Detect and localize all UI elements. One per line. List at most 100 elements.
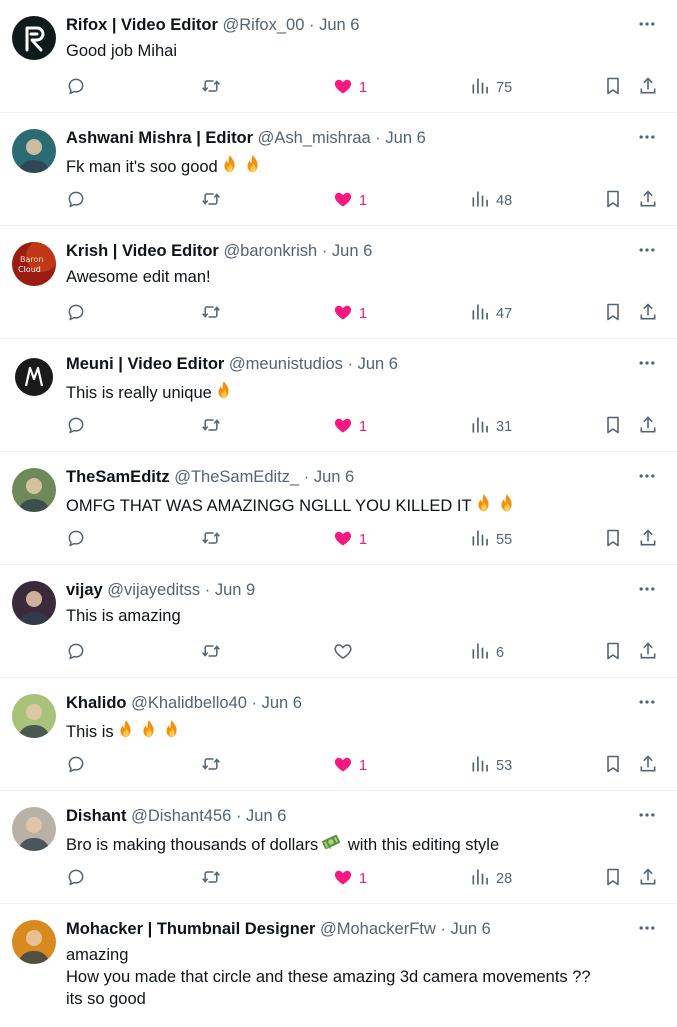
user-handle[interactable]: @Khalidbello40 [131, 694, 247, 712]
views-button[interactable]: 28 [470, 867, 512, 891]
views-button[interactable]: 75 [470, 76, 512, 100]
user-handle[interactable]: @Rifox_00 [223, 16, 305, 34]
user-handle[interactable]: @TheSamEditz_ [174, 468, 299, 486]
reply-button[interactable] [66, 415, 86, 439]
retweet-button[interactable] [200, 754, 222, 778]
share-button[interactable] [638, 641, 658, 665]
share-button[interactable] [638, 76, 658, 100]
like-button[interactable]: 1 [333, 528, 367, 552]
more-options-button[interactable] [635, 692, 659, 716]
reply-date[interactable]: Jun 6 [246, 807, 286, 825]
display-name[interactable]: Meuni | Video Editor [66, 355, 224, 373]
more-options-button[interactable] [635, 353, 659, 377]
views-button[interactable]: 31 [470, 415, 512, 439]
reply-date[interactable]: Jun 6 [358, 355, 398, 373]
views-button[interactable]: 53 [470, 754, 512, 778]
display-name[interactable]: Rifox | Video Editor [66, 16, 218, 34]
reply-item[interactable]: Baron Cloud Krish | Video Editor @baronkr… [0, 226, 677, 339]
avatar[interactable]: Baron Cloud [12, 242, 56, 286]
share-button[interactable] [638, 189, 658, 213]
display-name[interactable]: TheSamEditz [66, 468, 170, 486]
more-options-button[interactable] [635, 466, 659, 490]
bookmark-button[interactable] [603, 641, 623, 665]
views-button[interactable]: 48 [470, 189, 512, 213]
avatar[interactable] [12, 355, 56, 399]
reply-item[interactable]: Ashwani Mishra | Editor @Ash_mishraa · J… [0, 113, 677, 226]
like-button[interactable]: 1 [333, 189, 367, 213]
avatar[interactable] [12, 807, 56, 851]
reply-button[interactable] [66, 867, 86, 891]
like-button[interactable]: 1 [333, 867, 367, 891]
more-options-button[interactable] [635, 805, 659, 829]
display-name[interactable]: Krish | Video Editor [66, 242, 219, 260]
like-button[interactable]: 1 [333, 76, 367, 100]
bookmark-button[interactable] [603, 754, 623, 778]
avatar[interactable] [12, 694, 56, 738]
reply-item[interactable]: vijay @vijayeditss · Jun 9 This is amazi… [0, 565, 677, 678]
retweet-button[interactable] [200, 302, 222, 326]
share-button[interactable] [638, 415, 658, 439]
user-handle[interactable]: @vijayeditss [107, 581, 200, 599]
display-name[interactable]: Mohacker | Thumbnail Designer [66, 920, 315, 938]
display-name[interactable]: Ashwani Mishra | Editor [66, 129, 253, 147]
views-button[interactable]: 55 [470, 528, 512, 552]
reply-item[interactable]: Dishant @Dishant456 · Jun 6 Bro is makin… [0, 791, 677, 904]
user-handle[interactable]: @Ash_mishraa [258, 129, 371, 147]
reply-button[interactable] [66, 754, 86, 778]
avatar[interactable] [12, 129, 56, 173]
reply-item[interactable]: Khalido @Khalidbello40 · Jun 6 This is 1… [0, 678, 677, 791]
reply-button[interactable] [66, 189, 86, 213]
bookmark-button[interactable] [603, 415, 623, 439]
retweet-button[interactable] [200, 415, 222, 439]
like-button[interactable]: 1 [333, 415, 367, 439]
views-button[interactable]: 6 [470, 641, 504, 665]
reply-item[interactable]: TheSamEditz @TheSamEditz_ · Jun 6 OMFG T… [0, 452, 677, 565]
bookmark-button[interactable] [603, 867, 623, 891]
retweet-button[interactable] [200, 528, 222, 552]
reply-date[interactable]: Jun 6 [385, 129, 425, 147]
bookmark-button[interactable] [603, 528, 623, 552]
like-button[interactable]: 1 [333, 754, 367, 778]
reply-button[interactable] [66, 302, 86, 326]
reply-button[interactable] [66, 528, 86, 552]
reply-date[interactable]: Jun 9 [215, 581, 255, 599]
share-button[interactable] [638, 302, 658, 326]
more-options-button[interactable] [635, 14, 659, 38]
reply-item[interactable]: Rifox | Video Editor @Rifox_00 · Jun 6 G… [0, 0, 677, 113]
more-options-button[interactable] [635, 127, 659, 151]
like-button[interactable] [333, 641, 359, 665]
more-options-button[interactable] [635, 240, 659, 264]
avatar[interactable] [12, 468, 56, 512]
retweet-button[interactable] [200, 641, 222, 665]
reply-date[interactable]: Jun 6 [450, 920, 490, 938]
reply-date[interactable]: Jun 6 [314, 468, 354, 486]
user-handle[interactable]: @baronkrish [223, 242, 317, 260]
retweet-button[interactable] [200, 867, 222, 891]
user-handle[interactable]: @meunistudios [229, 355, 343, 373]
display-name[interactable]: Khalido [66, 694, 127, 712]
retweet-button[interactable] [200, 189, 222, 213]
user-handle[interactable]: @MohackerFtw [320, 920, 436, 938]
reply-item[interactable]: Mohacker | Thumbnail Designer @MohackerF… [0, 904, 677, 1023]
bookmark-button[interactable] [603, 189, 623, 213]
avatar[interactable] [12, 581, 56, 625]
reply-date[interactable]: Jun 6 [319, 16, 359, 34]
reply-button[interactable] [66, 76, 86, 100]
bookmark-button[interactable] [603, 302, 623, 326]
reply-item[interactable]: Meuni | Video Editor @meunistudios · Jun… [0, 339, 677, 452]
reply-date[interactable]: Jun 6 [332, 242, 372, 260]
reply-date[interactable]: Jun 6 [262, 694, 302, 712]
views-button[interactable]: 47 [470, 302, 512, 326]
avatar[interactable] [12, 16, 56, 60]
bookmark-button[interactable] [603, 76, 623, 100]
more-options-button[interactable] [635, 918, 659, 942]
share-button[interactable] [638, 528, 658, 552]
retweet-button[interactable] [200, 76, 222, 100]
share-button[interactable] [638, 754, 658, 778]
display-name[interactable]: Dishant [66, 807, 127, 825]
reply-button[interactable] [66, 641, 86, 665]
user-handle[interactable]: @Dishant456 [131, 807, 231, 825]
like-button[interactable]: 1 [333, 302, 367, 326]
share-button[interactable] [638, 867, 658, 891]
display-name[interactable]: vijay [66, 581, 103, 599]
